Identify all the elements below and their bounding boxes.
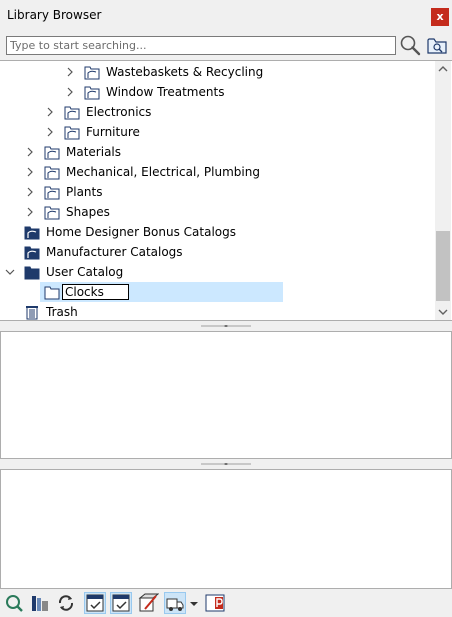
- pane-splitter[interactable]: [0, 321, 452, 331]
- tree-item[interactable]: Furniture: [0, 122, 434, 142]
- chevron-right-icon[interactable]: [24, 145, 36, 159]
- search-input[interactable]: [6, 36, 396, 55]
- truck-button[interactable]: [164, 592, 186, 614]
- truck-dropdown-button[interactable]: [188, 592, 200, 614]
- tree-item[interactable]: Electronics: [0, 102, 434, 122]
- tree-item-selected[interactable]: [0, 282, 434, 302]
- chevron-right-icon[interactable]: [24, 205, 36, 219]
- catalog-folder-icon: [44, 206, 60, 220]
- tree-item[interactable]: Home Designer Bonus Catalogs: [0, 222, 434, 242]
- catalog-folder-icon: [64, 106, 80, 120]
- chevron-right-icon[interactable]: [24, 185, 36, 199]
- chevron-down-icon[interactable]: [4, 265, 16, 279]
- scroll-up-arrow-icon[interactable]: [435, 61, 451, 78]
- catalog-folder-icon: [84, 86, 100, 100]
- tree-item-label: Materials: [66, 145, 122, 159]
- tree-item-label: Furniture: [86, 125, 140, 139]
- tree-item-label: Plants: [66, 185, 103, 199]
- vertical-scrollbar[interactable]: [435, 61, 451, 320]
- title-bar: Library Browser x: [0, 0, 452, 32]
- preview-pane: [0, 331, 452, 459]
- tree-item[interactable]: Plants: [0, 182, 434, 202]
- library-tree[interactable]: Wastebaskets & Recycling Window Treatmen…: [0, 60, 452, 321]
- checklist-button[interactable]: [110, 592, 132, 614]
- tree-item-label: Shapes: [66, 205, 110, 219]
- tree-item[interactable]: Mechanical, Electrical, Plumbing: [0, 162, 434, 182]
- close-button[interactable]: x: [431, 8, 449, 26]
- tree-item-label: Electronics: [86, 105, 152, 119]
- catalog-folder-icon: [44, 146, 60, 160]
- tree-item[interactable]: Materials: [0, 142, 434, 162]
- tree-item[interactable]: User Catalog: [0, 262, 434, 282]
- chevron-right-icon[interactable]: [24, 165, 36, 179]
- catalog-folder-icon: [64, 126, 80, 140]
- description-pane: [0, 469, 452, 589]
- tree-item[interactable]: Wastebaskets & Recycling: [0, 62, 434, 82]
- scroll-thumb[interactable]: [436, 231, 450, 301]
- user-folder-icon: [24, 266, 40, 280]
- catalog-folder-icon: [44, 186, 60, 200]
- splitter-grip-icon: [201, 463, 251, 465]
- add-to-plan-icon: [86, 594, 104, 612]
- truck-icon: [166, 598, 184, 611]
- splitter-grip-icon: [201, 325, 251, 327]
- chevron-right-icon[interactable]: [64, 65, 76, 79]
- sync-icon: [58, 595, 74, 611]
- magnifier-icon: [400, 35, 421, 56]
- catalog-folder-icon: [44, 166, 60, 180]
- search-zoom-icon: [6, 595, 23, 612]
- scroll-down-arrow-icon[interactable]: [435, 303, 451, 320]
- part-p-icon: [205, 594, 225, 612]
- library-books-button[interactable]: [29, 592, 51, 614]
- trash-icon: [26, 306, 38, 320]
- material-button[interactable]: [137, 592, 160, 614]
- search-zoom-button[interactable]: [3, 592, 25, 614]
- dropdown-arrow-icon: [190, 602, 198, 606]
- folder-icon: [44, 286, 60, 300]
- add-to-plan-button[interactable]: [84, 592, 106, 614]
- library-books-icon: [32, 596, 48, 611]
- bonus-catalog-icon: [24, 226, 40, 240]
- tree-item-label: Trash: [46, 305, 78, 319]
- sync-button[interactable]: [55, 592, 77, 614]
- checklist-icon: [112, 594, 130, 612]
- material-eyedropper-icon: [138, 593, 160, 612]
- chevron-right-icon[interactable]: [64, 85, 76, 99]
- tree-item-label: Mechanical, Electrical, Plumbing: [66, 165, 260, 179]
- rename-field[interactable]: [62, 284, 129, 300]
- chevron-right-icon[interactable]: [44, 125, 56, 139]
- tree-item-label: Window Treatments: [106, 85, 225, 99]
- tree-item[interactable]: Shapes: [0, 202, 434, 222]
- tree-item[interactable]: Trash: [0, 302, 434, 320]
- folder-search-icon: [427, 38, 447, 54]
- tree-item-label: Manufacturer Catalogs: [46, 245, 183, 259]
- manufacturer-catalog-icon: [24, 246, 40, 260]
- pane-splitter[interactable]: [0, 459, 452, 469]
- tree-item[interactable]: Manufacturer Catalogs: [0, 242, 434, 262]
- window-title: Library Browser: [7, 8, 102, 22]
- folder-search-button[interactable]: [426, 35, 448, 56]
- tree-item-label: User Catalog: [46, 265, 124, 279]
- tree-item-label: Wastebaskets & Recycling: [106, 65, 264, 79]
- catalog-folder-icon: [84, 66, 100, 80]
- chevron-right-icon[interactable]: [44, 105, 56, 119]
- search-button[interactable]: [399, 34, 421, 56]
- part-p-button[interactable]: [204, 592, 226, 614]
- tree-item-label: Home Designer Bonus Catalogs: [46, 225, 237, 239]
- tree-item[interactable]: Window Treatments: [0, 82, 434, 102]
